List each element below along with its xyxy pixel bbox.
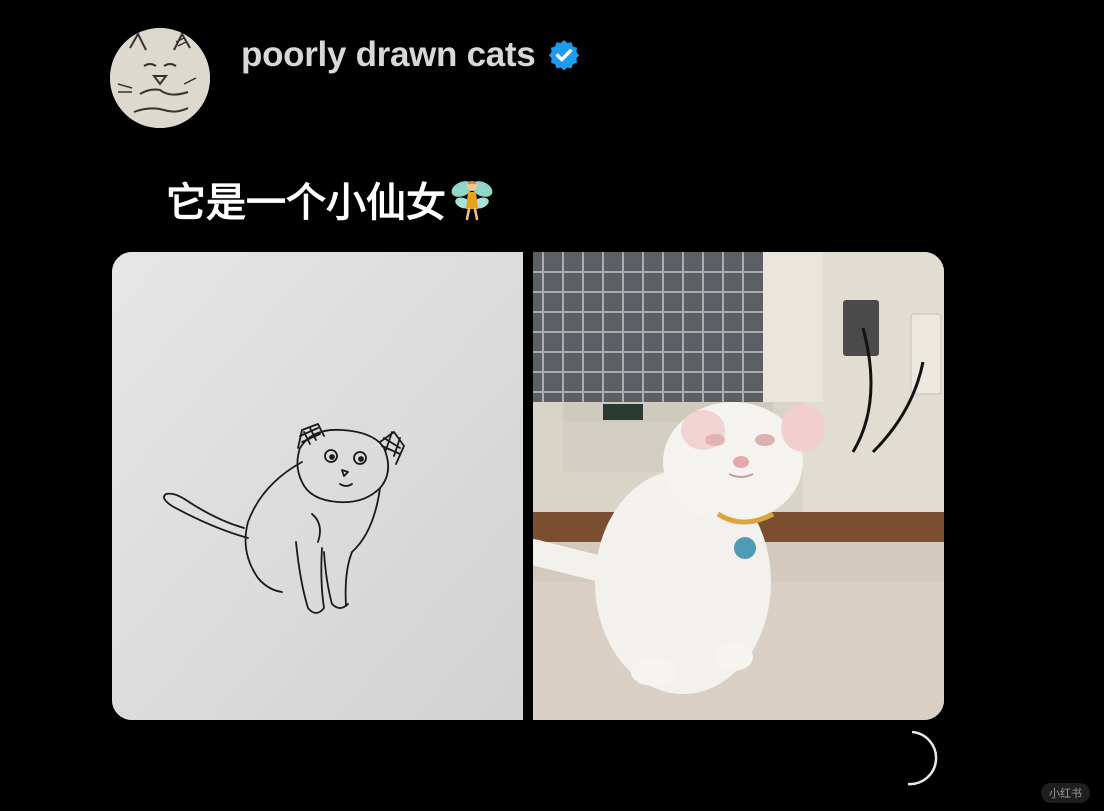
watermark: 小红书: [1041, 783, 1090, 803]
sketch-cat-face-avatar-icon: [110, 28, 210, 128]
media-divider: [523, 252, 533, 720]
display-name[interactable]: poorly drawn cats: [241, 35, 536, 75]
media-image-drawing[interactable]: [112, 252, 523, 720]
media-grid: [112, 252, 944, 720]
cat-line-drawing-image-icon: [112, 252, 523, 720]
post-text: 它是一个小仙女: [166, 170, 496, 228]
media-image-photo[interactable]: [533, 252, 944, 720]
verified-badge-icon: [549, 40, 580, 71]
profile-header: poorly drawn cats: [241, 30, 581, 80]
fairy-emoji-icon: [451, 181, 493, 221]
avatar[interactable]: [110, 28, 210, 128]
loading-spinner-icon: [907, 730, 938, 786]
post-text-content: 它是一个小仙女: [166, 180, 446, 226]
white-cat-photo-image-icon: [533, 252, 944, 720]
